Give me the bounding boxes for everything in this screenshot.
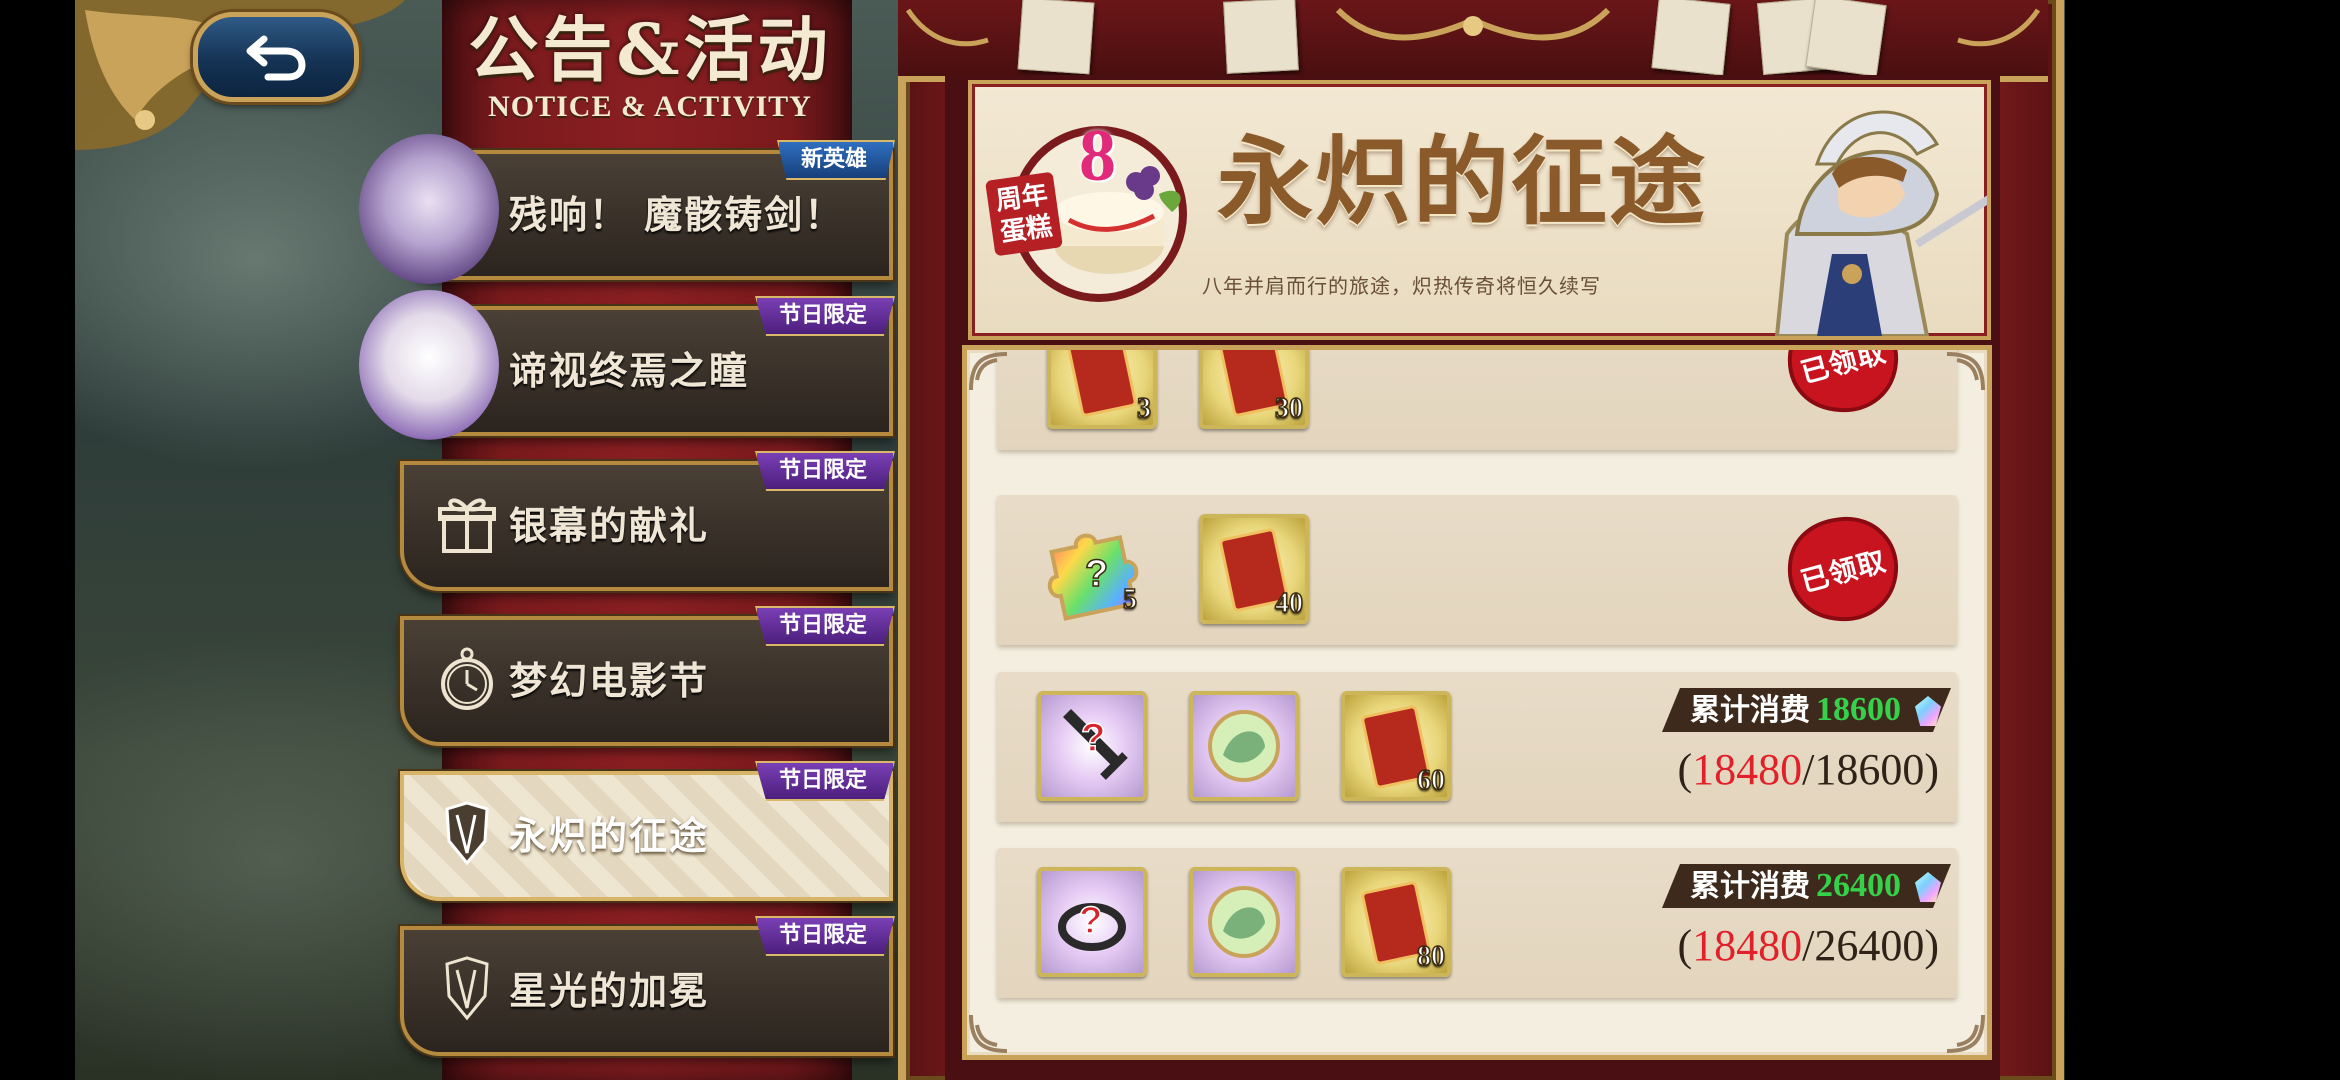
tab-event-1[interactable]: 残响！ 魔骸铸剑！ 新英雄 xyxy=(359,134,895,284)
anniversary-number: 8 xyxy=(1079,115,1116,197)
crest-icon xyxy=(436,801,498,867)
event-banner: 周年蛋糕 8 永炽的征途 八年并肩而行的旅途，炽热传奇将恒久续写 xyxy=(968,80,1991,340)
item-quantity: 5 xyxy=(1122,583,1138,616)
knight-character-art xyxy=(1774,110,1987,336)
progress-current: 18480 xyxy=(1692,921,1803,970)
gift-icon xyxy=(436,491,498,557)
reward-mystery-item[interactable]: ? xyxy=(1037,691,1147,801)
paper-note xyxy=(1017,0,1095,75)
tab-badge: 节日限定 xyxy=(754,761,895,801)
corner-ornament xyxy=(1946,352,1985,391)
spend-target: 18600 xyxy=(1816,691,1901,728)
svg-text:?: ? xyxy=(1081,716,1105,760)
tab-label: 谛视终焉之瞳 xyxy=(509,348,750,393)
tab-badge: 节日限定 xyxy=(754,296,895,336)
banner-subtitle: 八年并肩而行的旅途，炽热传奇将恒久续写 xyxy=(1202,274,1601,298)
tab-label: 残响！ 魔骸铸剑！ xyxy=(509,192,845,237)
paper-note xyxy=(1223,0,1299,74)
item-quantity: 40 xyxy=(1274,587,1304,620)
corner-ornament xyxy=(969,1014,1008,1053)
reward-card-item[interactable]: 80 xyxy=(1341,867,1451,977)
back-button[interactable] xyxy=(193,12,359,102)
tab-label: 银幕的献礼 xyxy=(509,503,710,548)
claimed-label: 已领取 xyxy=(1797,345,1890,390)
reward-list[interactable]: 3 30 已领取 ? 5 40 已领取 ? 60 累计消费 18600 (184… xyxy=(962,345,1992,1060)
claimed-seal: 已领取 xyxy=(1784,515,1902,625)
tab-badge: 节日限定 xyxy=(754,451,895,491)
crest-icon xyxy=(436,956,498,1022)
tab-event-3[interactable]: 银幕的献礼 节日限定 xyxy=(400,451,895,591)
hero-portrait xyxy=(359,290,499,440)
reward-card-item[interactable]: 60 xyxy=(1341,691,1451,801)
reward-card-item[interactable]: 3 xyxy=(1047,350,1157,429)
page-title: 公告&活动 xyxy=(468,8,832,91)
progress-total: 18600 xyxy=(1814,745,1925,794)
paper-note xyxy=(1651,0,1731,76)
hero-portrait xyxy=(359,134,499,284)
dragon-orb-icon xyxy=(1208,710,1280,782)
item-quantity: 60 xyxy=(1416,764,1446,797)
banner-title: 永炽的征途 xyxy=(1217,125,1707,238)
tab-badge: 新英雄 xyxy=(776,140,895,180)
claimed-seal: 已领取 xyxy=(1784,350,1902,416)
tab-label: 永炽的征途 xyxy=(509,813,710,858)
spend-progress: (18480/26400) xyxy=(1677,921,1939,970)
tab-badge: 节日限定 xyxy=(754,606,895,646)
reward-orb-item[interactable] xyxy=(1189,867,1299,977)
tab-event-2[interactable]: 谛视终焉之瞳 节日限定 xyxy=(359,290,895,440)
reward-card-item[interactable]: 40 xyxy=(1199,514,1309,624)
diamond-icon xyxy=(1915,872,1941,902)
progress-current: 18480 xyxy=(1692,745,1803,794)
item-quantity: 30 xyxy=(1274,392,1304,425)
back-arrow-icon xyxy=(246,35,306,81)
reward-orb-item[interactable] xyxy=(1189,691,1299,801)
reward-row: 3 30 已领取 xyxy=(997,350,1957,450)
mystery-sword-icon: ? xyxy=(1063,709,1128,780)
mystery-ring-icon: ? xyxy=(1058,899,1126,951)
dragon-orb-icon xyxy=(1208,886,1280,958)
spend-requirement-tag: 累计消费 18600 xyxy=(1662,688,1951,732)
paper-note xyxy=(1805,0,1887,77)
reward-row: ? 5 40 已领取 xyxy=(997,495,1957,645)
pocket-watch-icon xyxy=(436,646,498,712)
reward-row: ? 60 累计消费 18600 (18480/18600) xyxy=(997,672,1957,822)
tab-badge: 节日限定 xyxy=(754,916,895,956)
tab-event-6[interactable]: 星光的加冕 节日限定 xyxy=(400,916,895,1056)
svg-text:?: ? xyxy=(1085,553,1108,595)
spend-progress: (18480/18600) xyxy=(1677,745,1939,794)
svg-text:?: ? xyxy=(1079,900,1102,942)
anniversary-tag: 周年蛋糕 xyxy=(985,171,1063,257)
tab-event-4[interactable]: 梦幻电影节 节日限定 xyxy=(400,606,895,746)
reward-card-item[interactable]: 30 xyxy=(1199,350,1309,429)
tab-event-5[interactable]: 永炽的征途 节日限定 xyxy=(400,761,895,901)
progress-total: 26400 xyxy=(1814,921,1925,970)
reward-mystery-item[interactable]: ? xyxy=(1037,867,1147,977)
item-quantity: 80 xyxy=(1416,940,1446,973)
tab-label: 梦幻电影节 xyxy=(509,658,710,703)
reward-row: ? 80 累计消费 26400 (18480/26400) xyxy=(997,848,1957,998)
corner-ornament xyxy=(969,352,1008,391)
item-quantity: 3 xyxy=(1136,392,1152,425)
diamond-icon xyxy=(1915,696,1941,726)
tab-label: 星光的加冕 xyxy=(509,968,710,1013)
page-header: 公告&活动 NOTICE & ACTIVITY xyxy=(460,10,840,124)
corner-ornament xyxy=(1946,1014,1985,1053)
reward-puzzle-item[interactable]: ? 5 xyxy=(1037,514,1139,621)
spend-label: 累计消费 xyxy=(1690,693,1810,728)
spend-label: 累计消费 xyxy=(1690,869,1810,904)
spend-target: 26400 xyxy=(1816,867,1901,904)
spend-requirement-tag: 累计消费 26400 xyxy=(1662,864,1951,908)
page-subtitle: NOTICE & ACTIVITY xyxy=(488,90,812,123)
